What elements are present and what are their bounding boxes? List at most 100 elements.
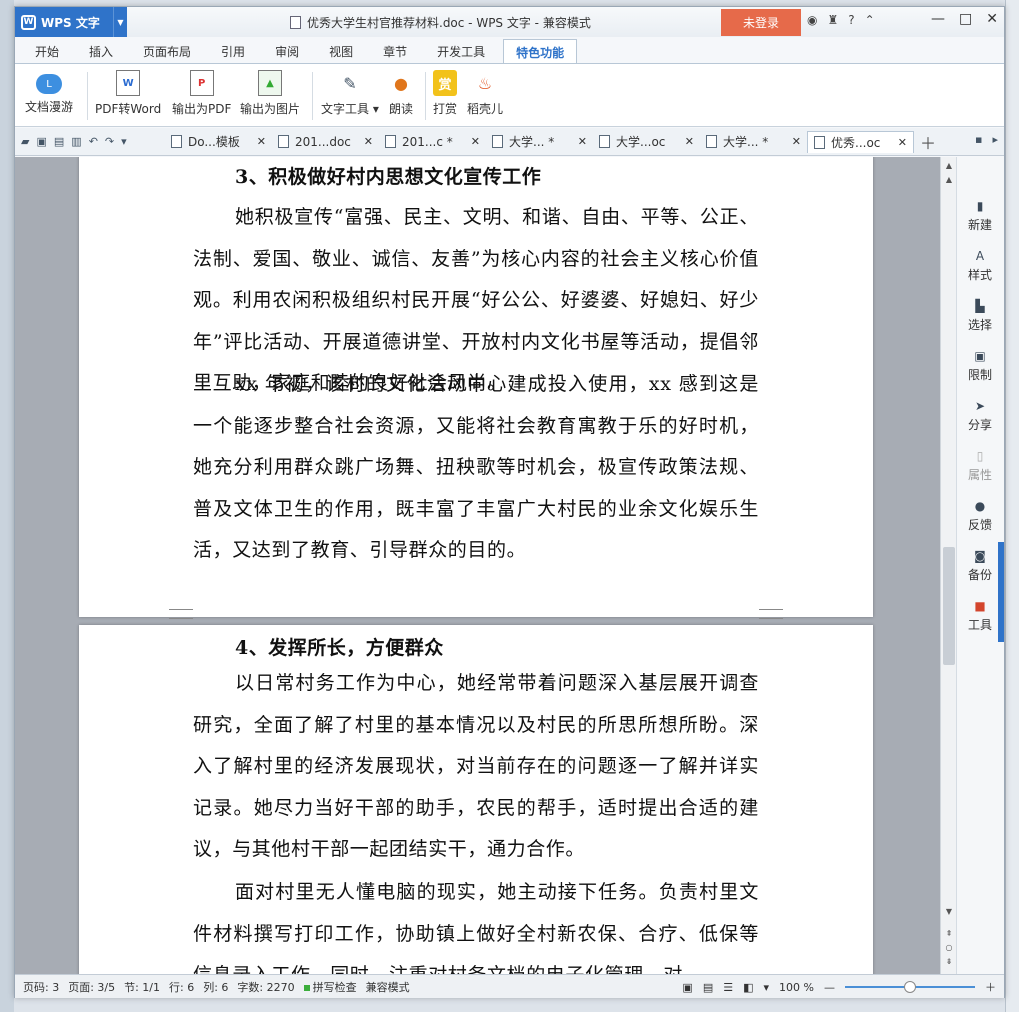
sidebar-item-share[interactable]: ➤ 分享 (957, 399, 1003, 433)
status-word-count[interactable]: 字数: 2270 (237, 979, 294, 995)
outline-view-icon[interactable]: ☰ (723, 981, 733, 994)
zoom-slider[interactable] (845, 981, 975, 993)
sidebar-item-backup[interactable]: ◙ 备份 (957, 549, 1003, 583)
prev-page-icon[interactable]: ⇞ (941, 929, 957, 943)
sidebar-item-style[interactable]: A 样式 (957, 249, 1003, 283)
tab-special-features[interactable]: 特色功能 (503, 39, 578, 63)
doc-tab-active[interactable]: 优秀...oc ✕ (807, 130, 914, 153)
pdf-to-word-button[interactable]: W PDF转Word (95, 70, 161, 117)
doc-tab[interactable]: 201...doc ✕ (272, 131, 379, 153)
daoke-button[interactable]: ♨ 稻壳儿 (467, 70, 503, 117)
zoom-in-icon[interactable]: ＋ (985, 979, 996, 995)
undo-icon[interactable]: ↶ (89, 135, 98, 148)
document-icon (492, 135, 503, 148)
document-page: 4、发挥所长，方便群众 以日常村务工作为中心，她经常带着问题深入基层展开调查研究… (79, 625, 873, 974)
sidebar-item-label: 限制 (967, 368, 992, 382)
zoom-value[interactable]: 100 % (779, 981, 814, 994)
document-icon (278, 135, 289, 148)
read-view-icon[interactable]: ▾ (764, 981, 770, 994)
scroll-thumb[interactable] (943, 547, 955, 665)
text-tools-button[interactable]: ✎ 文字工具 ▾ (321, 70, 379, 117)
sidebar-item-tools[interactable]: ■ 工具 (957, 599, 1003, 633)
pdf-to-word-icon: W (116, 70, 141, 96)
tab-references[interactable]: 引用 (209, 39, 257, 63)
read-aloud-button[interactable]: ● 朗读 (389, 70, 413, 117)
ribbon-separator (312, 72, 313, 120)
doc-tab[interactable]: 大学... * ✕ (700, 131, 807, 153)
status-page[interactable]: 页面: 3/5 (68, 979, 115, 995)
customize-dropdown-icon[interactable]: ▾ (121, 135, 127, 148)
tab-insert[interactable]: 插入 (77, 39, 125, 63)
tab-page-layout[interactable]: 页面布局 (131, 39, 203, 63)
new-tab-icon[interactable]: ＋ (920, 130, 936, 154)
export-image-icon: ▲ (258, 70, 282, 96)
document-icon (706, 135, 717, 148)
document-canvas[interactable]: 3、积极做好村内思想文化宣传工作 她积极宣传“富强、民主、文明、和谐、自由、平等… (15, 157, 940, 974)
toolbox-icon: ■ (974, 599, 986, 613)
vertical-scrollbar[interactable]: ▲ ▲ ▼ ⇞ ○ ⇟ (940, 157, 956, 974)
open-icon[interactable]: ▰ (21, 135, 29, 148)
wps-window: W WPS 文字 ▼ 优秀大学生村官推荐材料.doc - WPS 文字 - 兼容… (14, 6, 1005, 998)
roam-label: 文档漫游 (25, 100, 74, 114)
sidebar-item-properties[interactable]: ▯ 属性 (957, 449, 1003, 483)
collapse-ribbon-icon[interactable]: ⌃ (865, 13, 875, 27)
tab-list-icon[interactable]: ▪ (975, 133, 982, 146)
app-menu-button[interactable]: W WPS 文字 ▼ (15, 7, 127, 37)
reward-button[interactable]: 赏 打赏 (433, 70, 457, 117)
web-view-icon[interactable]: ◧ (743, 981, 753, 994)
doc-tab[interactable]: 大学...oc ✕ (593, 131, 700, 153)
tab-view[interactable]: 视图 (317, 39, 365, 63)
sidebar-item-restrict[interactable]: ▣ 限制 (957, 349, 1003, 383)
close-icon[interactable]: ✕ (986, 11, 998, 27)
doc-tab-label: 大学... * (723, 135, 769, 149)
shirt-icon[interactable]: ♜ (827, 13, 838, 27)
sidebar-item-select[interactable]: ▙ 选择 (957, 299, 1003, 333)
close-tab-icon[interactable]: ✕ (471, 135, 480, 148)
tab-chapter[interactable]: 章节 (371, 39, 419, 63)
save-icon[interactable]: ▣ (36, 135, 46, 148)
title-tools: ◉ ♜ ? ⌃ (807, 13, 875, 27)
next-page-icon[interactable]: ⇟ (941, 957, 957, 971)
help-icon[interactable]: ? (848, 13, 854, 27)
sidebar-item-label: 反馈 (967, 518, 992, 532)
zoom-out-icon[interactable]: — (824, 981, 835, 994)
login-button[interactable]: 未登录 (721, 9, 801, 36)
properties-icon: ▯ (976, 449, 984, 463)
doc-tab[interactable]: 201...c * ✕ (379, 131, 486, 153)
spell-check-button[interactable]: 拼写检查 (304, 979, 357, 995)
tab-start[interactable]: 开始 (23, 39, 71, 63)
export-image-button[interactable]: ▲ 输出为图片 (240, 70, 300, 117)
doc-tab[interactable]: 大学... * ✕ (486, 131, 593, 153)
tab-developer[interactable]: 开发工具 (425, 39, 497, 63)
sidebar-item-label: 属性 (967, 468, 992, 482)
panel-collapse-handle[interactable] (998, 542, 1004, 642)
export-pdf-button[interactable]: P 输出为PDF (172, 70, 231, 117)
close-tab-icon[interactable]: ✕ (257, 135, 266, 148)
close-tab-icon[interactable]: ✕ (898, 136, 907, 149)
zoom-slider-knob[interactable] (904, 981, 916, 993)
close-tab-icon[interactable]: ✕ (364, 135, 373, 148)
print-preview-icon[interactable]: ▥ (71, 135, 81, 148)
page-view-icon[interactable]: ▤ (703, 981, 713, 994)
sidebar-item-feedback[interactable]: ● 反馈 (957, 499, 1003, 533)
print-icon[interactable]: ▤ (54, 135, 64, 148)
desktop-left-edge (0, 0, 14, 1012)
roam-button[interactable]: L 文档漫游 (25, 70, 73, 115)
close-tab-icon[interactable]: ✕ (792, 135, 801, 148)
sidebar-item-new[interactable]: ▮ 新建 (957, 199, 1003, 233)
scroll-top-icon[interactable]: ▲ (941, 161, 957, 175)
tab-options-icon[interactable]: ▸ (992, 133, 998, 146)
close-tab-icon[interactable]: ✕ (578, 135, 587, 148)
close-tab-icon[interactable]: ✕ (685, 135, 694, 148)
scroll-up-icon[interactable]: ▲ (941, 175, 957, 189)
scroll-down-icon[interactable]: ▼ (941, 907, 957, 921)
redo-icon[interactable]: ↷ (105, 135, 114, 148)
skin-icon[interactable]: ◉ (807, 13, 817, 27)
browse-object-icon[interactable]: ○ (941, 943, 957, 957)
minimize-icon[interactable]: — (931, 11, 945, 27)
tab-review[interactable]: 审阅 (263, 39, 311, 63)
chevron-down-icon[interactable]: ▼ (113, 7, 127, 37)
maximize-icon[interactable]: □ (959, 11, 972, 27)
doc-tab[interactable]: Do...模板 ✕ (165, 131, 272, 153)
fullscreen-view-icon[interactable]: ▣ (682, 981, 692, 994)
